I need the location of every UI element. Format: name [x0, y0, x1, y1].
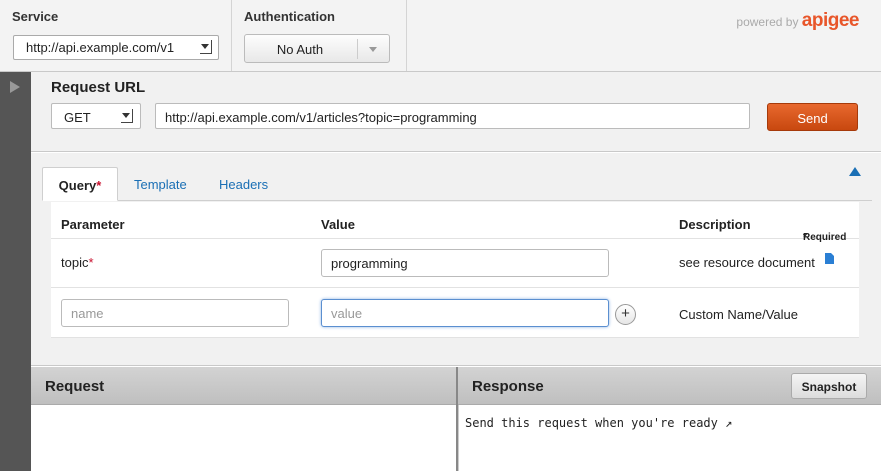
param-name-text: topic	[61, 255, 89, 270]
request-url-title: Request URL	[51, 79, 146, 96]
response-title: Response	[472, 378, 544, 395]
tab-query[interactable]: Query*	[42, 167, 118, 201]
send-button[interactable]: Send	[767, 103, 858, 131]
chevron-down-icon	[200, 40, 212, 54]
param-name: topic*	[61, 255, 94, 270]
powered-by-logo: powered by apigee	[736, 10, 859, 32]
authentication-label: Authentication	[244, 9, 335, 24]
column-value: Value	[321, 217, 355, 232]
custom-param-row: name value + Custom Name/Value	[51, 289, 859, 338]
powered-by-text: powered by	[736, 15, 799, 29]
request-pane-body	[31, 405, 456, 471]
param-value-input[interactable]: programming	[321, 249, 609, 277]
divider	[357, 39, 358, 59]
tab-bar: Query* Template Headers	[42, 167, 872, 201]
tab-headers[interactable]: Headers	[219, 167, 268, 201]
request-pane-header: Request	[31, 367, 456, 405]
expand-arrow-icon[interactable]	[10, 81, 20, 93]
service-label: Service	[12, 9, 59, 24]
custom-description: Custom Name/Value	[679, 307, 798, 322]
service-select[interactable]: http://api.example.com/v1	[13, 35, 219, 60]
column-parameter: Parameter	[61, 217, 125, 232]
chevron-down-icon	[121, 109, 133, 123]
table-header: Parameter Value Description * Required	[51, 202, 859, 243]
auth-select[interactable]: No Auth	[244, 34, 390, 63]
snapshot-button[interactable]: Snapshot	[791, 373, 867, 399]
add-param-button[interactable]: +	[615, 304, 636, 325]
top-bar: Service http://api.example.com/v1 Authen…	[0, 0, 881, 72]
method-value: GET	[64, 110, 91, 125]
service-value: http://api.example.com/v1	[26, 40, 175, 55]
param-description: see resource document	[679, 255, 815, 270]
caret-down-icon	[369, 47, 377, 52]
document-icon[interactable]	[825, 253, 834, 264]
request-title: Request	[45, 378, 105, 395]
collapse-icon[interactable]	[849, 167, 861, 176]
custom-name-input[interactable]: name	[61, 299, 289, 327]
table-row: topic* programming see resource document	[51, 239, 859, 288]
column-description: Description	[679, 217, 751, 232]
url-value: http://api.example.com/v1/articles?topic…	[165, 110, 477, 125]
response-message: Send this request when you're ready ↗	[465, 416, 733, 430]
param-value: programming	[331, 256, 408, 271]
custom-name-placeholder: name	[71, 306, 104, 321]
tab-template[interactable]: Template	[134, 167, 187, 201]
custom-value-input[interactable]: value	[321, 299, 609, 327]
auth-value: No Auth	[276, 42, 324, 57]
response-pane-body: Send this request when you're ready ↗	[458, 405, 881, 471]
required-mark: *	[88, 255, 94, 270]
service-section: Service http://api.example.com/v1	[0, 0, 232, 71]
request-url-bar: Request URL GET http://api.example.com/v…	[31, 72, 881, 152]
custom-value-placeholder: value	[331, 306, 363, 321]
url-input[interactable]: http://api.example.com/v1/articles?topic…	[155, 103, 750, 129]
tab-label: Query	[58, 178, 97, 193]
required-mark: *	[96, 178, 102, 193]
authentication-section: Authentication No Auth	[232, 0, 407, 71]
response-pane-header: Response Snapshot	[458, 367, 881, 405]
parameter-table: Parameter Value Description * Required to…	[51, 202, 859, 338]
brand-logo: apigee	[801, 10, 860, 31]
parameters-panel: Query* Template Headers Parameter Value …	[31, 153, 881, 366]
method-select[interactable]: GET	[51, 103, 141, 129]
sidebar-gutter	[0, 72, 31, 471]
